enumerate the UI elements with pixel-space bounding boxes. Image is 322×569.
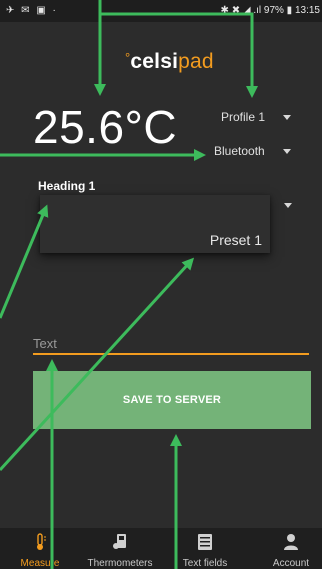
nav-label-thermometers: Thermometers <box>87 558 153 569</box>
chevron-down-icon[interactable] <box>284 203 292 208</box>
chevron-down-icon <box>283 115 291 120</box>
annotation-arrows <box>0 0 258 569</box>
logo-text-celsi: celsi <box>130 50 179 73</box>
thermometers-icon <box>113 534 126 549</box>
profile-select[interactable]: Profile 1 <box>221 110 301 128</box>
nav-label-account: Account <box>272 558 310 569</box>
text-input[interactable] <box>33 333 309 355</box>
status-icons-left: ✈ ✉ ▣ · <box>6 5 58 16</box>
profile-select-value: Profile 1 <box>221 110 266 124</box>
arrow-to-preset <box>0 257 195 472</box>
nav-item-text-fields[interactable]: Text fields <box>165 528 245 569</box>
nav-item-thermometers[interactable]: Thermometers <box>80 528 160 569</box>
connection-select-value: Bluetooth <box>214 144 265 158</box>
heading-dropdown-menu[interactable]: Preset 1 <box>40 195 270 253</box>
bottom-navigation: Measure Thermometers Text fields Account <box>0 528 322 569</box>
save-to-server-button[interactable]: SAVE TO SERVER <box>33 371 311 429</box>
nav-item-measure[interactable]: Measure <box>0 528 80 569</box>
nav-label-measure: Measure <box>20 558 60 569</box>
chevron-down-icon <box>283 149 291 154</box>
preset-option[interactable]: Preset 1 <box>210 232 262 248</box>
nav-label-text-fields: Text fields <box>182 558 228 569</box>
status-icons-right: ✱ ✖ ◢ .ıl 97% ▮ 13:15 <box>220 5 320 16</box>
text-fields-icon <box>198 534 212 550</box>
status-bar: ✈ ✉ ▣ · ✱ ✖ ◢ .ıl 97% ▮ 13:15 <box>0 0 322 22</box>
logo-text-pad: pad <box>178 50 214 73</box>
arrow-to-heading <box>0 204 49 319</box>
connection-select[interactable]: Bluetooth <box>214 144 304 162</box>
account-icon <box>284 534 298 550</box>
heading-label: Heading 1 <box>38 179 96 193</box>
celsipad-logo: °celsipad <box>125 50 214 74</box>
thermometer-icon <box>37 533 46 550</box>
temperature-reading: 25.6°C <box>33 101 178 153</box>
nav-item-account[interactable]: Account <box>251 528 322 569</box>
